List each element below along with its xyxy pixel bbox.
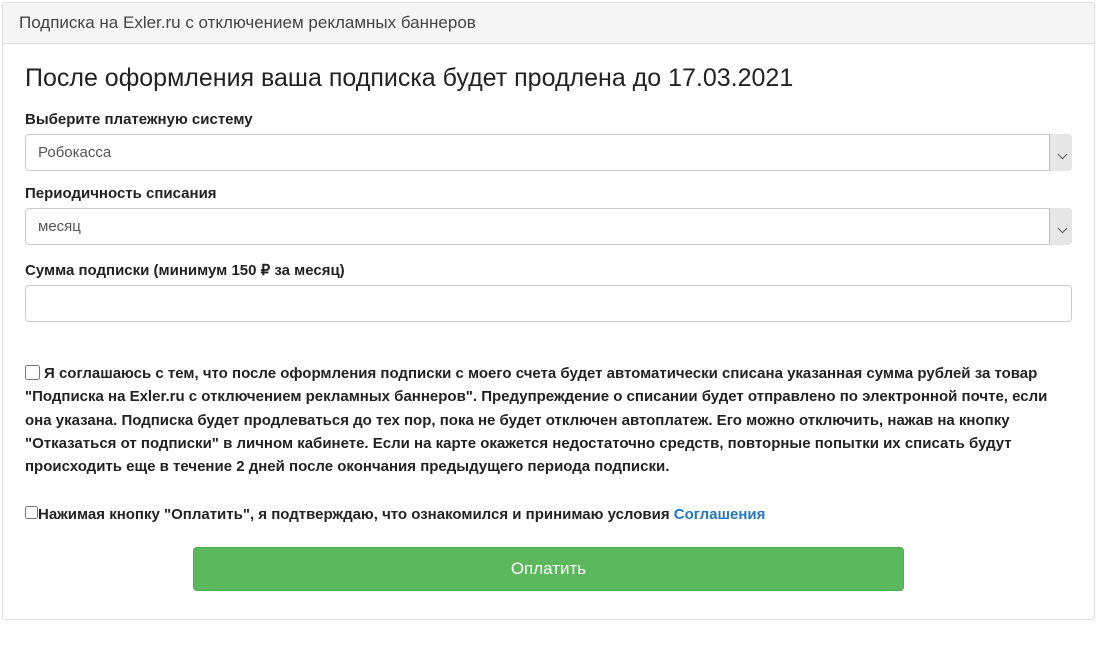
agreement-autopay-label[interactable]: Я соглашаюсь с тем, что после оформления… (25, 365, 1047, 475)
submit-wrap: Оплатить (25, 547, 1072, 591)
payment-system-select[interactable]: Робокасса (25, 134, 1072, 171)
period-select-wrap: месяц (25, 208, 1072, 245)
agreement-link[interactable]: Соглашения (674, 506, 766, 523)
amount-label: Сумма подписки (минимум 150 ₽ за месяц) (25, 261, 1072, 279)
page-title: После оформления ваша подписка будет про… (25, 64, 1072, 93)
period-label: Периодичность списания (25, 185, 1072, 202)
agreement-terms-label[interactable]: Нажимая кнопку "Оплатить", я подтверждаю… (25, 506, 765, 523)
pay-button[interactable]: Оплатить (193, 547, 905, 591)
agreement-autopay-checkbox[interactable] (25, 365, 40, 380)
panel-header: Подписка на Exler.ru с отключением рекла… (3, 3, 1094, 44)
agreement-terms-block: Нажимая кнопку "Оплатить", я подтверждаю… (25, 506, 1072, 523)
agreement-terms-checkbox[interactable] (25, 506, 38, 519)
agreement-terms-text: Нажимая кнопку "Оплатить", я подтверждаю… (38, 506, 674, 523)
agreement-autopay-block: Я соглашаюсь с тем, что после оформления… (25, 362, 1072, 478)
subscription-panel: Подписка на Exler.ru с отключением рекла… (2, 2, 1095, 620)
amount-input[interactable] (25, 285, 1072, 322)
period-select[interactable]: месяц (25, 208, 1072, 245)
payment-system-label: Выберите платежную систему (25, 111, 1072, 128)
panel-body: После оформления ваша подписка будет про… (3, 44, 1094, 619)
payment-system-select-wrap: Робокасса (25, 134, 1072, 171)
agreement-autopay-text: Я соглашаюсь с тем, что после оформления… (25, 365, 1047, 475)
